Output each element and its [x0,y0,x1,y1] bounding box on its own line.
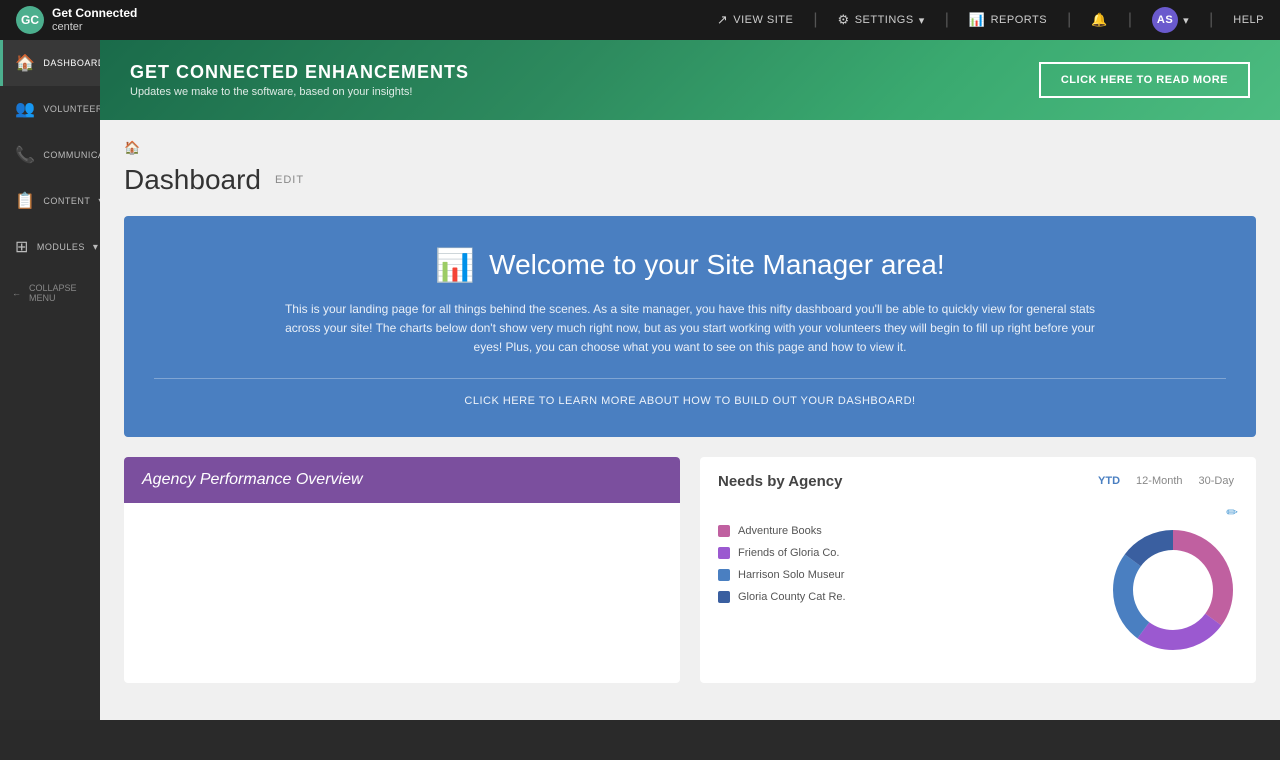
page-content: 🏠 Dashboard EDIT 📊 Welcome to your Site … [100,120,1280,703]
welcome-card: 📊 Welcome to your Site Manager area! Thi… [124,216,1256,437]
help-button[interactable]: HELP [1233,14,1264,26]
welcome-title: Welcome to your Site Manager area! [489,249,944,281]
edit-chart-icon[interactable]: ✏ [718,504,1238,521]
phone-icon: 📞 [15,145,35,165]
legend-item: Friends of Gloria Co. [718,547,1092,559]
content-area: GET CONNECTED ENHANCEMENTS Updates we ma… [100,40,1280,720]
sidebar-item-volunteerism[interactable]: 👥 VOLUNTEERISM ▾ [0,86,100,132]
user-arrow-icon: ▾ [1183,14,1189,27]
gear-icon: ⚙ [838,12,850,28]
nav-divider-5: | [1209,11,1213,29]
chevron-down-icon-3: ▾ [98,196,100,207]
reports-button[interactable]: 📊 REPORTS [969,12,1047,28]
notifications-button[interactable]: 🔔 [1091,12,1108,28]
sidebar-item-modules[interactable]: ⊞ MODULES ▾ [0,224,100,270]
legend-dot-1 [718,525,730,537]
home-icon: 🏠 [15,53,35,73]
legend-dot-2 [718,547,730,559]
agency-card-body [124,503,680,683]
legend-label-4: Gloria County Cat Re. [738,591,846,603]
logo[interactable]: GC Get Connected center [16,6,137,34]
reports-label: REPORTS [991,14,1047,26]
help-label: HELP [1233,14,1264,26]
agency-performance-title: Agency Performance Overview [142,471,662,489]
settings-arrow-icon: ▾ [919,14,925,27]
modules-icon: ⊞ [15,237,29,257]
external-link-icon: ↗ [717,12,728,28]
content-icon: 📋 [15,191,35,211]
chart-icon: 📊 [435,246,475,284]
page-title: Dashboard [124,164,261,196]
legend-dot-4 [718,591,730,603]
sidebar-item-label: CONTENT [43,196,90,207]
tab-30day[interactable]: 30-Day [1195,473,1238,489]
legend-dot-3 [718,569,730,581]
view-site-label: VIEW SITE [733,14,793,26]
sidebar-item-label: MODULES [37,242,85,253]
page-header: Dashboard EDIT [124,164,1256,196]
legend-item: Harrison Solo Museur [718,569,1092,581]
logo-icon: GC [16,6,44,34]
nav-divider-4: | [1128,11,1132,29]
nav-divider-3: | [1067,11,1071,29]
bottom-row: Agency Performance Overview Needs by Age… [124,457,1256,683]
legend-label-3: Harrison Solo Museur [738,569,844,581]
edit-link[interactable]: EDIT [275,174,304,186]
legend-label-1: Adventure Books [738,525,822,537]
topbar: GC Get Connected center ↗ VIEW SITE | ⚙ … [0,0,1280,40]
banner-text: GET CONNECTED ENHANCEMENTS Updates we ma… [130,62,469,98]
collapse-arrow-icon: ← [12,288,21,298]
main-layout: 🏠 DASHBOARD 👥 VOLUNTEERISM ▾ 📞 COMMUNICA… [0,40,1280,720]
tab-ytd[interactable]: YTD [1094,473,1124,489]
logo-text: Get Connected center [52,6,137,34]
banner-subtitle: Updates we make to the software, based o… [130,86,469,98]
needs-card-title: Needs by Agency [718,473,843,490]
avatar: AS [1152,7,1178,33]
user-menu-button[interactable]: AS ▾ [1152,7,1189,33]
legend-label-2: Friends of Gloria Co. [738,547,839,559]
legend-item: Gloria County Cat Re. [718,591,1092,603]
reports-icon: 📊 [969,12,986,28]
collapse-label: COLLAPSE MENU [29,283,88,303]
view-site-button[interactable]: ↗ VIEW SITE [717,12,794,28]
sidebar-item-label: COMMUNICATION [43,150,100,161]
welcome-body: This is your landing page for all things… [280,300,1100,358]
chevron-down-icon-4: ▾ [93,242,99,253]
sidebar-item-label: DASHBOARD [43,58,100,69]
learn-more-link[interactable]: CLICK HERE TO LEARN MORE ABOUT HOW TO BU… [154,378,1226,407]
agency-card-header: Agency Performance Overview [124,457,680,503]
settings-label: SETTINGS [855,14,914,26]
legend-item: Adventure Books [718,525,1092,537]
needs-card-header: Needs by Agency YTD 12-Month 30-Day [718,473,1238,490]
needs-by-agency-card: Needs by Agency YTD 12-Month 30-Day ✏ A [700,457,1256,683]
people-icon: 👥 [15,99,35,119]
nav-divider-2: | [945,11,949,29]
breadcrumb: 🏠 [124,140,1256,156]
needs-card-tabs: YTD 12-Month 30-Day [1094,473,1238,489]
welcome-card-header: 📊 Welcome to your Site Manager area! [154,246,1226,284]
sidebar-item-content[interactable]: 📋 CONTENT ▾ [0,178,100,224]
settings-button[interactable]: ⚙ SETTINGS ▾ [838,12,925,28]
sidebar-item-label: VOLUNTEERISM [43,104,100,115]
sidebar-item-dashboard[interactable]: 🏠 DASHBOARD [0,40,100,86]
needs-legend: Adventure Books Friends of Gloria Co. Ha… [718,525,1092,655]
read-more-button[interactable]: CLICK HERE TO READ MORE [1039,62,1250,98]
sidebar: 🏠 DASHBOARD 👥 VOLUNTEERISM ▾ 📞 COMMUNICA… [0,40,100,720]
needs-card-body: Adventure Books Friends of Gloria Co. Ha… [718,525,1238,655]
sidebar-item-communication[interactable]: 📞 COMMUNICATION ▾ [0,132,100,178]
banner-title: GET CONNECTED ENHANCEMENTS [130,62,469,83]
agency-performance-card: Agency Performance Overview [124,457,680,683]
enhancement-banner: GET CONNECTED ENHANCEMENTS Updates we ma… [100,40,1280,120]
nav-divider: | [813,11,817,29]
topbar-nav: ↗ VIEW SITE | ⚙ SETTINGS ▾ | 📊 REPORTS |… [717,7,1264,33]
collapse-menu-button[interactable]: ← COLLAPSE MENU [0,270,100,316]
donut-chart [1108,525,1238,655]
bell-icon: 🔔 [1091,12,1108,28]
tab-12month[interactable]: 12-Month [1132,473,1186,489]
